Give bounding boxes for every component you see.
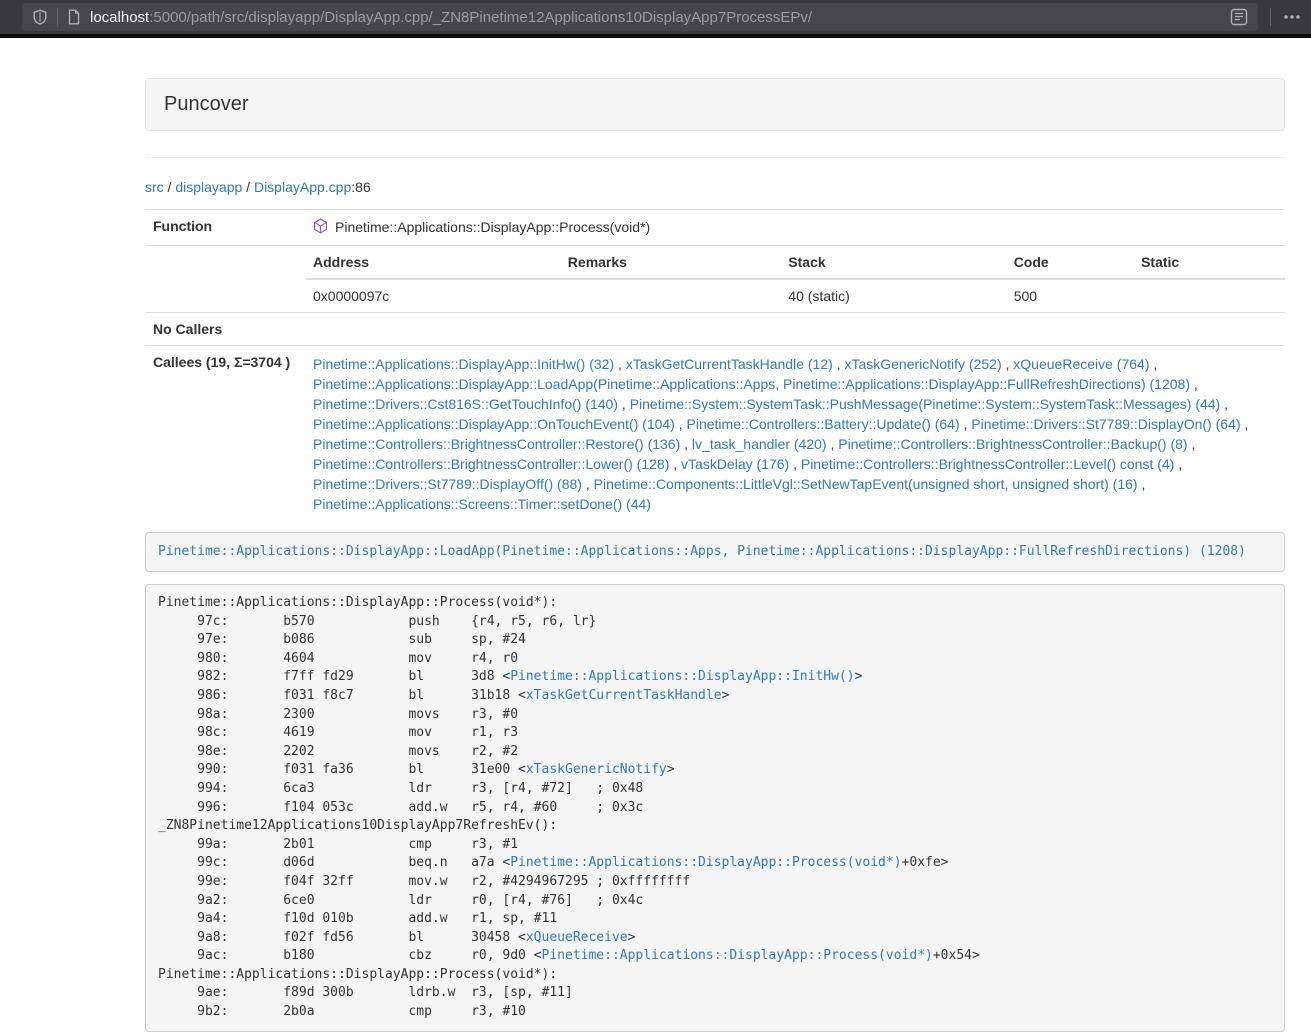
metrics-table: Address Remarks Stack Code Static 0x0000…: [305, 246, 1285, 312]
callees-list: Pinetime::Applications::DisplayApp::Init…: [305, 346, 1285, 523]
page-container: Puncover src / displayapp / DisplayApp.c…: [145, 78, 1285, 1032]
no-callers-label: No Callers: [145, 313, 305, 346]
function-row: Function Pinetime::Applications::Display…: [145, 210, 1285, 246]
more-options-icon[interactable]: [1283, 10, 1301, 24]
toolbar-divider: [1270, 8, 1271, 26]
url-bar-divider: [57, 8, 58, 26]
col-remarks: Remarks: [560, 246, 781, 279]
callee-link[interactable]: Pinetime::System::SystemTask::PushMessag…: [630, 396, 1221, 412]
callee-link[interactable]: Pinetime::Controllers::BrightnessControl…: [313, 456, 669, 472]
callee-link[interactable]: xTaskGetCurrentTaskHandle (12): [626, 356, 833, 372]
code-symbol-link[interactable]: xQueueReceive: [526, 930, 628, 945]
code-symbol-link[interactable]: Pinetime::Applications::DisplayApp::Proc…: [542, 948, 933, 963]
selected-callee-box: Pinetime::Applications::DisplayApp::Load…: [145, 532, 1285, 572]
code-value: 500: [1006, 279, 1133, 312]
col-static: Static: [1133, 246, 1285, 279]
page-icon[interactable]: [67, 9, 81, 25]
stack-value: 40 (static): [780, 279, 1005, 312]
code-symbol-link[interactable]: xTaskGenericNotify: [526, 762, 667, 777]
metrics-values-row: 0x0000097c 40 (static) 500: [305, 279, 1285, 312]
callee-link[interactable]: Pinetime::Applications::DisplayApp::OnTo…: [313, 416, 675, 432]
callee-link[interactable]: xTaskGenericNotify (252): [844, 356, 1001, 372]
page-title: Puncover: [164, 93, 249, 115]
reader-mode-icon[interactable]: [1230, 8, 1248, 26]
no-callers-row: No Callers: [145, 313, 1285, 346]
metrics-row: Address Remarks Stack Code Static 0x0000…: [145, 246, 1285, 313]
url-bar[interactable]: localhost:5000/path/src/displayapp/Displ…: [22, 3, 1258, 31]
disassembly-listing: Pinetime::Applications::DisplayApp::Proc…: [145, 584, 1285, 1032]
code-symbol-link[interactable]: xTaskGetCurrentTaskHandle: [526, 688, 722, 703]
function-label: Function: [145, 210, 305, 246]
code-symbol-link[interactable]: Pinetime::Applications::DisplayApp::Proc…: [510, 855, 901, 870]
code-symbol-link[interactable]: Pinetime::Applications::DisplayApp::Init…: [510, 669, 854, 684]
function-name: Pinetime::Applications::DisplayApp::Proc…: [335, 219, 650, 235]
callee-link[interactable]: Pinetime::Controllers::BrightnessControl…: [801, 456, 1174, 472]
callee-link[interactable]: vTaskDelay (176): [681, 456, 789, 472]
callee-link[interactable]: Pinetime::Applications::DisplayApp::Load…: [313, 376, 1190, 392]
shield-icon[interactable]: [32, 9, 48, 25]
col-address: Address: [305, 246, 560, 279]
callees-label: Callees (19, Σ=3704 ): [145, 346, 305, 523]
col-stack: Stack: [780, 246, 1005, 279]
function-table: Function Pinetime::Applications::Display…: [145, 209, 1285, 522]
callee-link[interactable]: Pinetime::Applications::DisplayApp::Init…: [313, 356, 614, 372]
selected-callee-link[interactable]: Pinetime::Applications::DisplayApp::Load…: [158, 544, 1246, 559]
browser-toolbar: localhost:5000/path/src/displayapp/Displ…: [0, 0, 1311, 34]
address-value: 0x0000097c: [305, 279, 560, 312]
callee-link[interactable]: Pinetime::Drivers::St7789::DisplayOff() …: [313, 476, 582, 492]
breadcrumb-link[interactable]: displayapp: [175, 179, 242, 195]
callee-link[interactable]: Pinetime::Drivers::St7789::DisplayOn() (…: [971, 416, 1240, 432]
callees-row: Callees (19, Σ=3704 ) Pinetime::Applicat…: [145, 346, 1285, 523]
callee-link[interactable]: Pinetime::Controllers::Battery::Update()…: [687, 416, 960, 432]
callee-link[interactable]: Pinetime::Applications::Screens::Timer::…: [313, 496, 651, 512]
breadcrumb-link[interactable]: DisplayApp.cpp: [254, 179, 351, 195]
header-divider: [145, 157, 1285, 158]
function-name-cell: Pinetime::Applications::DisplayApp::Proc…: [305, 210, 1285, 246]
app-header-panel: Puncover: [145, 78, 1285, 131]
callee-link[interactable]: Pinetime::Drivers::Cst816S::GetTouchInfo…: [313, 396, 618, 412]
static-value: [1133, 279, 1285, 312]
cube-icon: [313, 218, 328, 237]
url-path: :5000/path/src/displayapp/DisplayApp.cpp…: [149, 9, 812, 26]
breadcrumb-link[interactable]: src: [145, 179, 164, 195]
url-host: localhost: [90, 9, 149, 26]
breadcrumb: src / displayapp / DisplayApp.cpp:86: [145, 179, 1285, 195]
col-code: Code: [1006, 246, 1133, 279]
callee-link[interactable]: Pinetime::Controllers::BrightnessControl…: [313, 436, 680, 452]
toolbar-bottom-strip: [0, 34, 1311, 38]
url-text[interactable]: localhost:5000/path/src/displayapp/Displ…: [90, 9, 1221, 26]
remarks-value: [560, 279, 781, 312]
callee-link[interactable]: lv_task_handler (420): [692, 436, 827, 452]
callee-link[interactable]: xQueueReceive (764): [1013, 356, 1149, 372]
callee-link[interactable]: Pinetime::Controllers::BrightnessControl…: [838, 436, 1187, 452]
callee-link[interactable]: Pinetime::Components::LittleVgl::SetNewT…: [594, 476, 1138, 492]
